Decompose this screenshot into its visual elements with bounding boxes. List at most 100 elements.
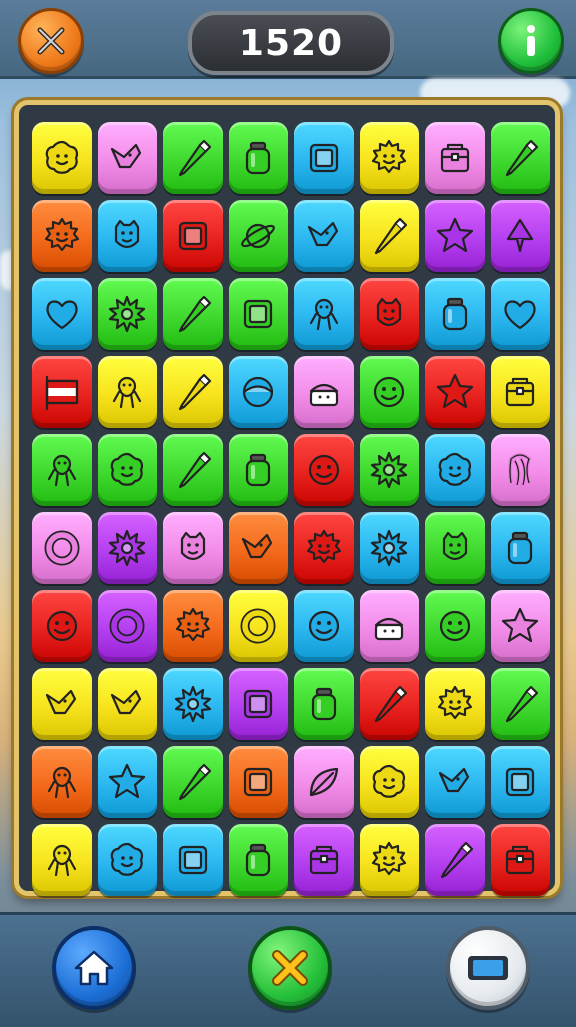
score-value: 1520	[238, 22, 344, 64]
tile-red-crayon[interactable]	[359, 668, 419, 740]
tile-yellow-sun-face[interactable]	[359, 122, 419, 194]
tile-blue-smiley[interactable]	[294, 590, 354, 662]
tile-orange-bird[interactable]	[228, 512, 288, 584]
tile-blue-box[interactable]	[163, 824, 223, 896]
jar-icon	[442, 297, 467, 331]
tile-yellow-crayon[interactable]	[359, 200, 419, 272]
flag-icon	[45, 375, 78, 411]
tile-orange-creature[interactable]	[32, 746, 92, 818]
tile-green-jar[interactable]	[228, 122, 288, 194]
tile-blue-box[interactable]	[490, 746, 550, 818]
tile-blue-face[interactable]	[97, 200, 157, 272]
ball-icon	[243, 376, 274, 408]
tile-red-smiley[interactable]	[294, 434, 354, 506]
tile-green-creature[interactable]	[32, 434, 92, 506]
creature-icon	[113, 376, 142, 409]
tile-blue-bird[interactable]	[425, 746, 485, 818]
tile-green-face[interactable]	[425, 512, 485, 584]
tile-pink-bird[interactable]	[97, 122, 157, 194]
tile-green-blob[interactable]	[97, 434, 157, 506]
tile-blue-flower[interactable]	[163, 668, 223, 740]
tile-green-smiley[interactable]	[425, 590, 485, 662]
tile-pink-star[interactable]	[490, 590, 550, 662]
tile-yellow-sun-face[interactable]	[359, 824, 419, 896]
tile-red-flag[interactable]	[32, 356, 92, 428]
tile-green-flower[interactable]	[359, 434, 419, 506]
box-icon	[178, 845, 207, 875]
tile-blue-jar[interactable]	[490, 512, 550, 584]
tile-purple-box[interactable]	[228, 668, 288, 740]
tile-green-box[interactable]	[228, 278, 288, 350]
tile-blue-heart[interactable]	[32, 278, 92, 350]
tile-purple-ring[interactable]	[97, 590, 157, 662]
leaf-icon	[309, 767, 338, 797]
tile-purple-flower[interactable]	[97, 512, 157, 584]
tile-pink-cake[interactable]	[294, 356, 354, 428]
tile-yellow-blob[interactable]	[32, 122, 92, 194]
box-icon	[506, 767, 535, 797]
tile-blue-flower[interactable]	[359, 512, 419, 584]
ring-icon	[240, 608, 276, 644]
tile-green-flower[interactable]	[97, 278, 157, 350]
tile-purple-cone[interactable]	[490, 200, 550, 272]
tile-green-crayon[interactable]	[163, 746, 223, 818]
bird-icon	[111, 143, 142, 169]
tile-green-jar[interactable]	[294, 668, 354, 740]
tile-pink-face[interactable]	[163, 512, 223, 584]
tile-yellow-bird[interactable]	[32, 668, 92, 740]
star-icon	[436, 373, 473, 409]
tile-red-star[interactable]	[425, 356, 485, 428]
tile-purple-crayon[interactable]	[425, 824, 485, 896]
tile-red-box[interactable]	[163, 200, 223, 272]
tile-green-smiley[interactable]	[359, 356, 419, 428]
tile-red-face[interactable]	[359, 278, 419, 350]
jar-icon	[246, 141, 271, 175]
tile-blue-star[interactable]	[97, 746, 157, 818]
tile-orange-box[interactable]	[228, 746, 288, 818]
tile-red-smiley[interactable]	[32, 590, 92, 662]
tile-pink-squid[interactable]	[490, 434, 550, 506]
tile-blue-heart[interactable]	[490, 278, 550, 350]
tile-blue-jar[interactable]	[425, 278, 485, 350]
tile-red-sun-face[interactable]	[294, 512, 354, 584]
tile-green-crayon[interactable]	[163, 122, 223, 194]
screen-button[interactable]	[446, 926, 530, 1010]
tile-red-chest[interactable]	[490, 824, 550, 896]
tile-pink-ring[interactable]	[32, 512, 92, 584]
tile-yellow-blob[interactable]	[359, 746, 419, 818]
tile-blue-box[interactable]	[294, 122, 354, 194]
tile-purple-star[interactable]	[425, 200, 485, 272]
tile-green-crayon[interactable]	[163, 278, 223, 350]
tile-blue-creature[interactable]	[294, 278, 354, 350]
tile-yellow-ring[interactable]	[228, 590, 288, 662]
tile-pink-chest[interactable]	[425, 122, 485, 194]
info-button[interactable]	[498, 8, 564, 74]
tile-blue-blob[interactable]	[97, 824, 157, 896]
tile-pink-leaf[interactable]	[294, 746, 354, 818]
tile-green-planet[interactable]	[228, 200, 288, 272]
tile-orange-sun-face[interactable]	[163, 590, 223, 662]
tile-blue-bird[interactable]	[294, 200, 354, 272]
tile-green-jar[interactable]	[228, 824, 288, 896]
tile-yellow-bird[interactable]	[97, 668, 157, 740]
tile-orange-sun-face[interactable]	[32, 200, 92, 272]
tile-green-crayon[interactable]	[163, 434, 223, 506]
tile-yellow-crayon[interactable]	[163, 356, 223, 428]
home-button[interactable]	[52, 926, 136, 1010]
bird-icon	[45, 689, 76, 715]
tile-green-crayon[interactable]	[490, 122, 550, 194]
chest-icon	[506, 845, 535, 875]
tile-blue-blob[interactable]	[425, 434, 485, 506]
close-button[interactable]	[248, 926, 332, 1010]
tile-green-jar[interactable]	[228, 434, 288, 506]
tile-blue-ball[interactable]	[228, 356, 288, 428]
tile-yellow-sun-face[interactable]	[425, 668, 485, 740]
pause-button[interactable]	[18, 8, 84, 74]
tile-yellow-creature[interactable]	[32, 824, 92, 896]
tile-pink-cake[interactable]	[359, 590, 419, 662]
tile-green-crayon[interactable]	[490, 668, 550, 740]
tile-yellow-creature[interactable]	[97, 356, 157, 428]
tile-yellow-chest[interactable]	[490, 356, 550, 428]
tile-purple-chest[interactable]	[294, 824, 354, 896]
ring-icon	[109, 608, 145, 644]
